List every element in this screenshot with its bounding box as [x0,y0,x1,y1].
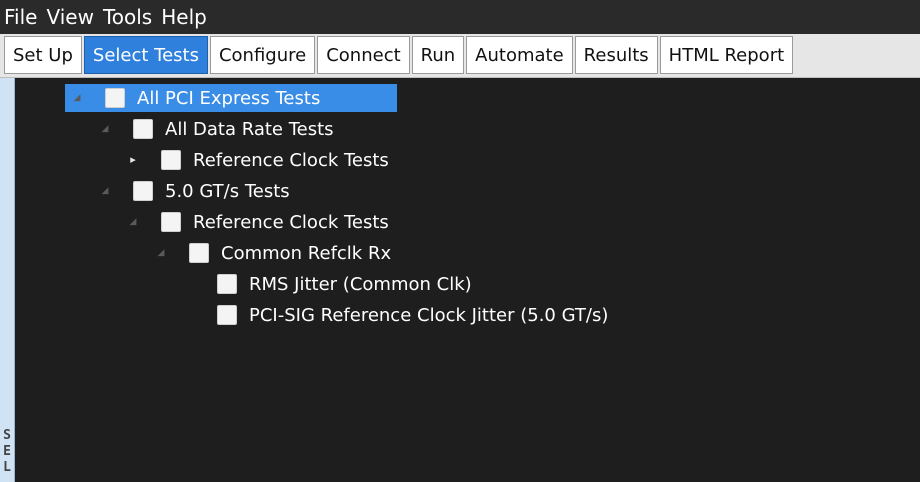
side-panel-strip[interactable]: SEL [0,78,15,482]
menu-view[interactable]: View [46,0,93,34]
tab-connect[interactable]: Connect [317,36,410,74]
tree-checkbox[interactable] [105,88,125,108]
tree-checkbox[interactable] [217,305,237,325]
tree-item[interactable]: ◢ All Data Rate Tests [102,115,334,143]
tree-item[interactable]: RMS Jitter (Common Clk) [217,270,472,298]
tree-checkbox[interactable] [189,243,209,263]
tab-select-tests[interactable]: Select Tests [83,36,208,74]
tree-item-label: All Data Rate Tests [165,118,334,140]
test-tree: ◢ All PCI Express Tests ◢ All Data Rate Tes… [15,78,920,482]
tab-set-up[interactable]: Set Up [4,36,82,74]
side-panel-label: SEL [3,428,11,475]
tab-run[interactable]: Run [411,36,465,74]
menu-tools[interactable]: Tools [103,0,152,34]
tab-bar: Set Up Select Tests Configure Connect Ru… [0,34,920,78]
tree-item-label: PCI-SIG Reference Clock Jitter (5.0 GT/s… [249,304,609,326]
tree-checkbox[interactable] [161,212,181,232]
tree-item-label: Common Refclk Rx [221,242,392,264]
expanded-arrow-icon[interactable]: ◢ [100,186,110,196]
tree-item[interactable]: ◢ All PCI Express Tests [65,84,397,112]
tree-item[interactable]: ▸ Reference Clock Tests [130,146,389,174]
expanded-arrow-icon[interactable]: ◢ [100,124,110,134]
tab-configure[interactable]: Configure [209,36,316,74]
tree-item-label: Reference Clock Tests [193,211,389,233]
tree-item-label: RMS Jitter (Common Clk) [249,273,472,295]
tab-html-report[interactable]: HTML Report [659,36,794,74]
tree-item[interactable]: ◢ Reference Clock Tests [130,208,389,236]
tree-checkbox[interactable] [217,274,237,294]
tab-automate[interactable]: Automate [466,36,573,74]
tree-item[interactable]: PCI-SIG Reference Clock Jitter (5.0 GT/s… [217,301,608,329]
tree-item-label: All PCI Express Tests [137,87,321,109]
tree-item[interactable]: ◢ Common Refclk Rx [158,239,392,267]
menu-help[interactable]: Help [161,0,207,34]
tree-checkbox[interactable] [133,119,153,139]
tree-item[interactable]: ◢ 5.0 GT/s Tests [102,177,290,205]
expanded-arrow-icon[interactable]: ◢ [128,217,138,227]
tree-checkbox[interactable] [161,150,181,170]
menu-file[interactable]: File [4,0,37,34]
expanded-arrow-icon[interactable]: ◢ [72,93,82,103]
tree-item-label: 5.0 GT/s Tests [165,180,290,202]
expanded-arrow-icon[interactable]: ◢ [156,248,166,258]
tab-results[interactable]: Results [574,36,658,74]
tree-item-label: Reference Clock Tests [193,149,389,171]
tree-checkbox[interactable] [133,181,153,201]
menu-bar: File View Tools Help [0,0,920,34]
collapsed-arrow-icon[interactable]: ▸ [128,154,138,165]
